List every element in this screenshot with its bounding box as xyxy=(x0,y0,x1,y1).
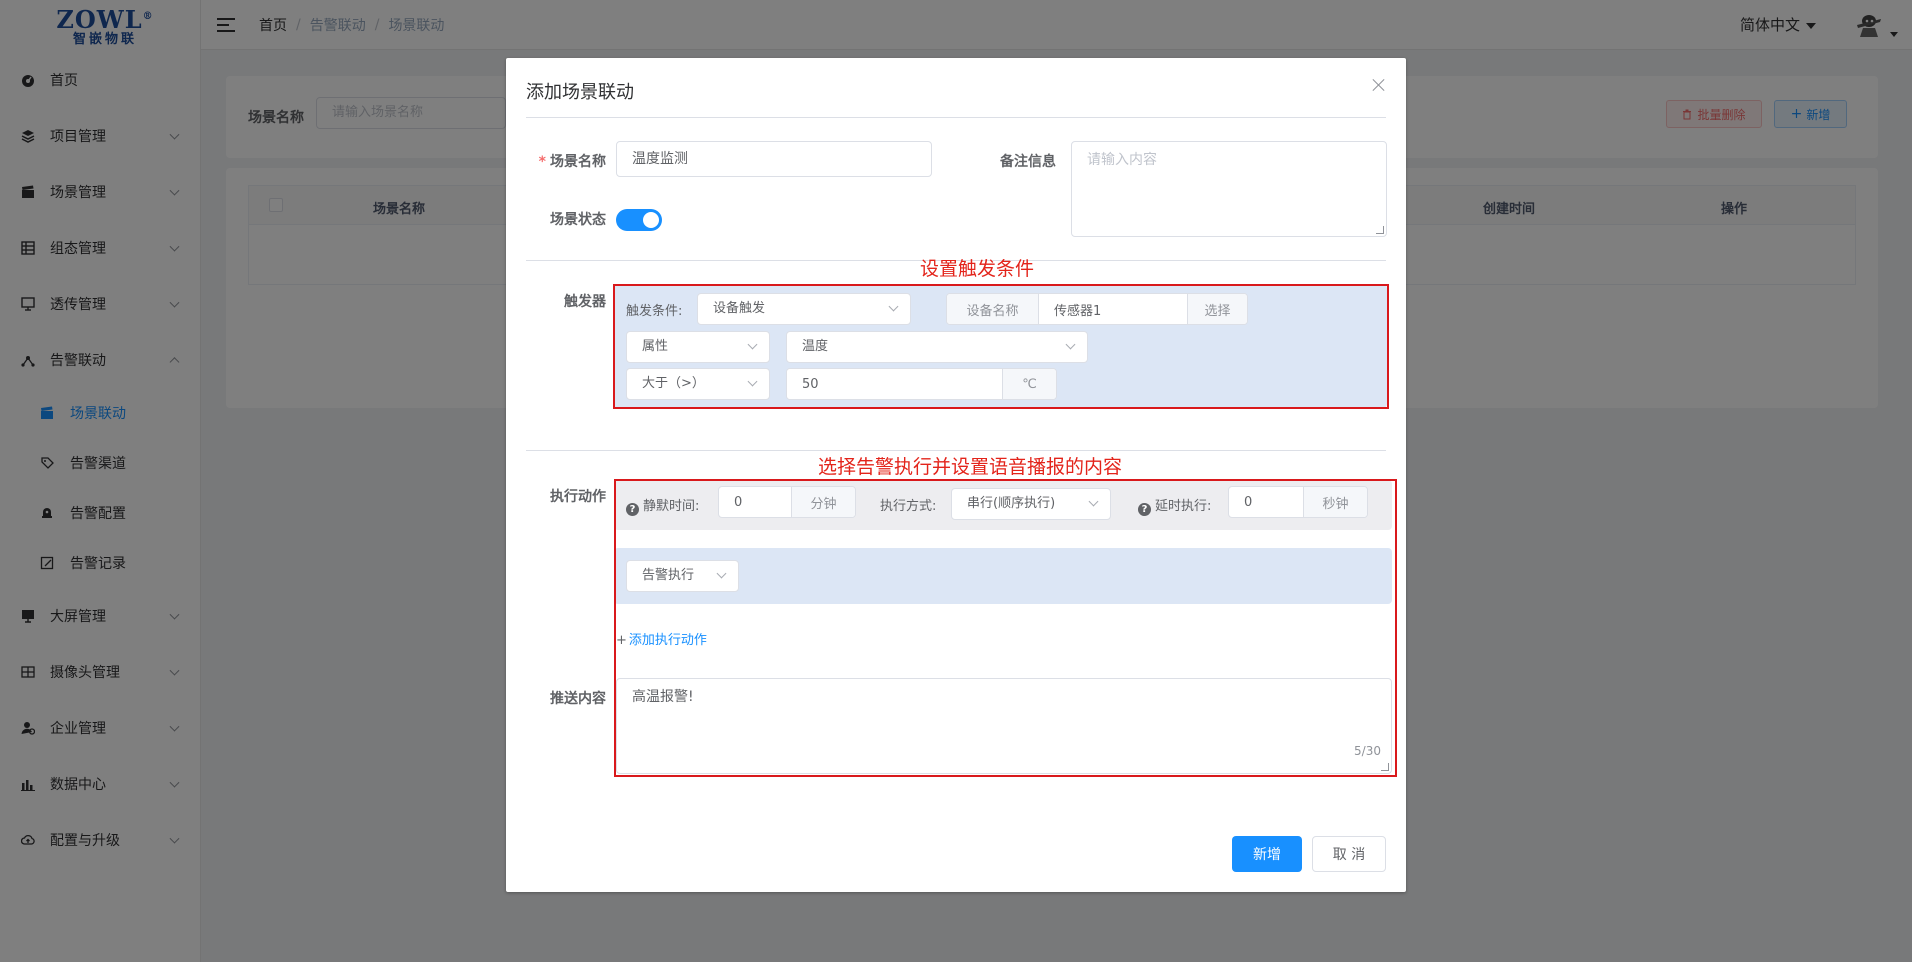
remark-label: 备注信息 xyxy=(1000,154,1056,170)
scene-name-label: * 场景名称 xyxy=(536,151,606,171)
trigger-label: 触发器 xyxy=(564,294,606,310)
trigger-highlight-box xyxy=(613,284,1389,409)
add-scene-dialog: 添加场景联动 * 场景名称 温度监测 备注信息 请输入内容 场景状态 设置触发条件… xyxy=(506,58,1406,892)
confirm-add-button[interactable]: 新增 xyxy=(1232,836,1302,872)
trigger-annotation: 设置触发条件 xyxy=(920,258,1035,280)
push-content-label: 推送内容 xyxy=(550,691,606,707)
divider xyxy=(526,450,1386,451)
scene-name-label-text: 场景名称 xyxy=(550,154,606,170)
toggle-knob xyxy=(643,212,659,228)
dialog-title: 添加场景联动 xyxy=(526,82,634,103)
action-label: 执行动作 xyxy=(550,489,606,505)
scene-status-toggle[interactable] xyxy=(616,209,662,231)
remark-placeholder: 请输入内容 xyxy=(1087,152,1157,168)
required-mark: * xyxy=(538,154,546,170)
cancel-button[interactable]: 取 消 xyxy=(1312,836,1386,872)
action-highlight-box xyxy=(614,479,1397,777)
close-icon[interactable] xyxy=(1372,78,1386,92)
remark-textarea[interactable]: 请输入内容 xyxy=(1071,141,1387,237)
scene-name-input[interactable]: 温度监测 xyxy=(616,141,932,177)
resize-handle-icon[interactable] xyxy=(1376,226,1384,234)
action-annotation: 选择告警执行并设置语音播报的内容 xyxy=(818,456,1123,478)
divider xyxy=(526,117,1386,118)
scene-status-label: 场景状态 xyxy=(550,212,606,228)
